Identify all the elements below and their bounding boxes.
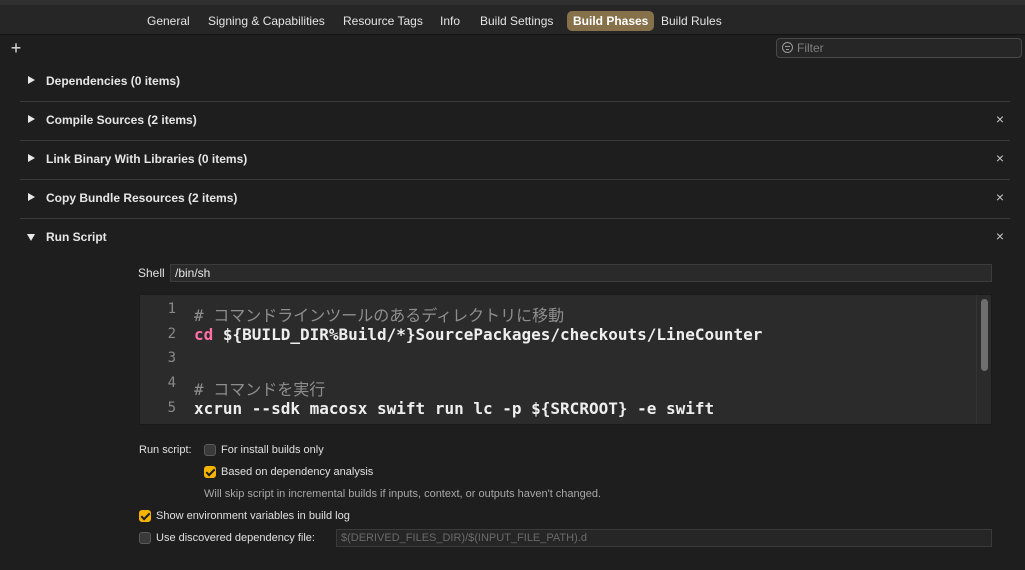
discovered-dep-checkbox[interactable] <box>139 532 151 544</box>
dependency-file-input[interactable] <box>336 529 992 547</box>
show-env-label[interactable]: Show environment variables in build log <box>156 510 350 522</box>
tab-build-phases[interactable]: Build Phases <box>567 11 655 31</box>
phase-run-script[interactable]: Run Script × <box>20 219 1010 258</box>
phase-link-binary[interactable]: Link Binary With Libraries (0 items) × <box>20 141 1010 180</box>
target-tab-bar: General Signing & Capabilities Resource … <box>0 0 1025 35</box>
code-text: ${BUILD_DIR%Build/*}SourcePackages/check… <box>213 325 763 344</box>
phase-title: Dependencies (0 items) <box>46 74 181 88</box>
show-env-checkbox[interactable] <box>139 510 151 522</box>
close-icon[interactable]: × <box>996 112 1004 126</box>
filter-icon <box>782 42 793 53</box>
phase-title: Compile Sources (2 items) <box>46 113 197 127</box>
script-editor[interactable]: 1 2 3 4 5 # コマンドラインツールのあるディレクトリに移動 cd ${… <box>139 294 992 425</box>
plus-icon[interactable]: + <box>8 39 24 57</box>
code-line: # コマンドラインツールのあるディレクトリに移動 <box>194 306 565 325</box>
phase-dependencies[interactable]: Dependencies (0 items) <box>20 63 1010 102</box>
code-keyword: cd <box>194 325 214 344</box>
line-number-gutter: 1 2 3 4 5 <box>140 295 182 424</box>
install-builds-checkbox[interactable] <box>204 444 216 456</box>
filter-field[interactable] <box>776 38 1022 58</box>
code-line: # コマンドを実行 <box>194 380 326 399</box>
phase-title: Copy Bundle Resources (2 items) <box>46 191 238 205</box>
disclosure-triangle-open-icon[interactable] <box>27 234 35 241</box>
scrollbar-thumb[interactable] <box>981 299 988 371</box>
line-number: 1 <box>167 301 176 317</box>
line-number: 5 <box>167 400 176 416</box>
dependency-analysis-checkbox[interactable] <box>204 466 216 478</box>
build-phases-window: General Signing & Capabilities Resource … <box>0 0 1025 570</box>
close-icon[interactable]: × <box>996 229 1004 243</box>
tab-general[interactable]: General <box>141 11 196 31</box>
code-line: xcrun --sdk macosx swift run lc -p ${SRC… <box>194 399 715 418</box>
phase-title: Run Script <box>46 230 107 244</box>
filter-input[interactable] <box>797 40 1017 56</box>
phase-copy-bundle-resources[interactable]: Copy Bundle Resources (2 items) × <box>20 180 1010 219</box>
tab-build-settings[interactable]: Build Settings <box>474 11 559 31</box>
close-icon[interactable]: × <box>996 190 1004 204</box>
line-number: 3 <box>167 350 176 366</box>
phases-toolbar: + <box>0 35 1025 63</box>
tab-resource-tags[interactable]: Resource Tags <box>337 11 429 31</box>
disclosure-triangle-icon[interactable] <box>28 193 35 201</box>
tab-build-rules[interactable]: Build Rules <box>655 11 728 31</box>
dependency-analysis-label[interactable]: Based on dependency analysis <box>221 466 373 478</box>
tab-info[interactable]: Info <box>434 11 466 31</box>
dependency-hint: Will skip script in incremental builds i… <box>204 488 602 500</box>
line-number: 2 <box>167 326 176 342</box>
run-script-label: Run script: <box>139 444 192 456</box>
disclosure-triangle-icon[interactable] <box>28 76 35 84</box>
phase-title: Link Binary With Libraries (0 items) <box>46 152 248 166</box>
discovered-dep-label[interactable]: Use discovered dependency file: <box>156 532 315 544</box>
shell-label: Shell <box>138 266 165 280</box>
shell-input[interactable] <box>170 264 992 282</box>
editor-scrollbar[interactable] <box>976 295 991 424</box>
disclosure-triangle-icon[interactable] <box>28 154 35 162</box>
disclosure-triangle-icon[interactable] <box>28 115 35 123</box>
close-icon[interactable]: × <box>996 151 1004 165</box>
tab-signing-capabilities[interactable]: Signing & Capabilities <box>202 11 331 31</box>
code-line: cd ${BUILD_DIR%Build/*}SourcePackages/ch… <box>194 325 762 344</box>
phase-compile-sources[interactable]: Compile Sources (2 items) × <box>20 102 1010 141</box>
install-builds-label[interactable]: For install builds only <box>221 444 324 456</box>
line-number: 4 <box>167 375 176 391</box>
